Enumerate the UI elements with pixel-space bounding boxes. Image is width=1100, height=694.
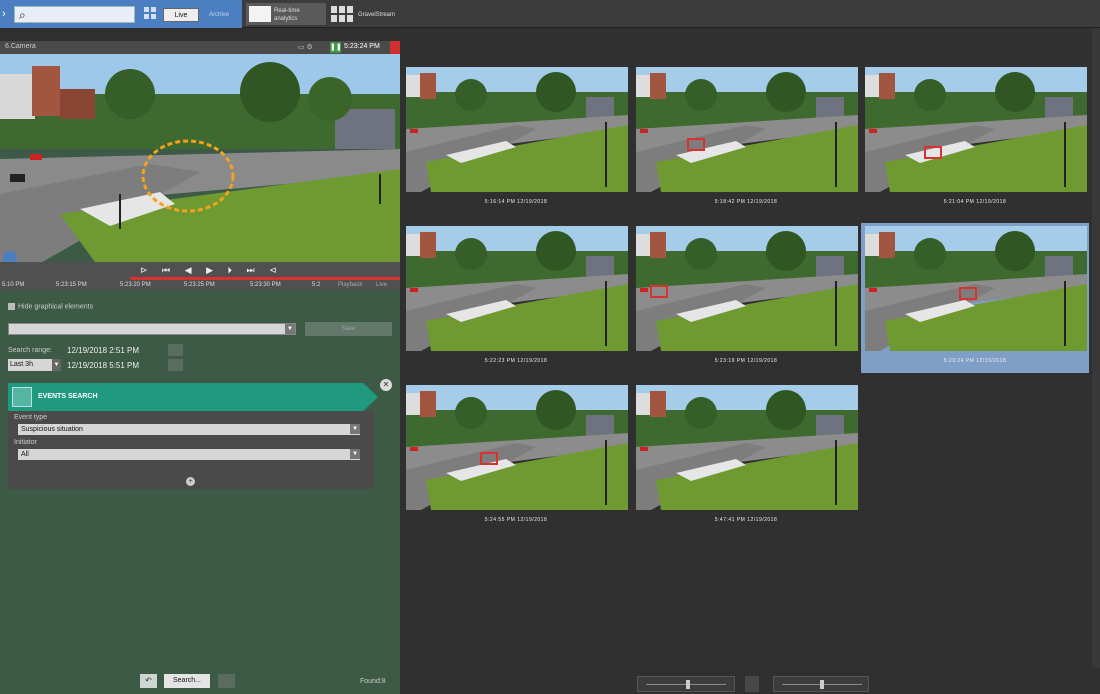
tick-label: 5:23:20 PM: [120, 282, 151, 288]
search-input[interactable]: ⌕: [14, 6, 135, 23]
result-image: [406, 226, 628, 351]
result-timestamp: 5:47:41 PM 12/19/2018: [714, 517, 778, 523]
tick-label: 5:2: [312, 282, 321, 288]
camera-header: 6.Camera ▭ ⚙ ❚❚ 5:23:24 PM: [0, 41, 400, 54]
tick-label: 5:23:30 PM: [250, 282, 281, 288]
search-toolbar: › ⌕ Live Archive: [0, 0, 242, 28]
tab-gravelstream[interactable]: GravelStream: [330, 3, 410, 25]
tick-label: 5:23:15 PM: [56, 282, 87, 288]
tab-label: Real-time analytics: [274, 8, 300, 22]
hide-graphics-label: Hide graphical elements: [18, 303, 94, 311]
live-button[interactable]: Live: [163, 8, 199, 22]
event-type-select[interactable]: Suspicious situation ▼: [18, 424, 360, 435]
tick-label: 5:23:25 PM: [184, 282, 215, 288]
range-from-value[interactable]: 12/19/2018 2:51 PM: [67, 346, 139, 355]
chevron-down-icon: ▼: [52, 359, 61, 371]
calendar-icon[interactable]: [168, 359, 183, 371]
result-image: [636, 67, 858, 192]
search-panel: 6.Camera ▭ ⚙ ❚❚ 5:23:24 PM ⊳ ⏮ ◀ ▶ ⏵ ⏭ ⊲…: [0, 41, 400, 694]
search-icon: ⌕: [19, 8, 26, 22]
calendar-icon[interactable]: [168, 344, 183, 356]
range-preset-select[interactable]: Last 3h ▼: [8, 359, 61, 371]
events-search-body: Event type Suspicious situation ▼ Initiat…: [8, 411, 374, 489]
events-search-title: EVENTS SEARCH: [38, 393, 98, 400]
result-thumbnail[interactable]: 5:22:23 PM 12/19/2018: [402, 223, 630, 373]
camera-name: 6.Camera: [5, 43, 36, 50]
fit-view-icon[interactable]: [745, 676, 759, 692]
top-toolbar: › ⌕ Live Archive Real-time analytics Gra…: [0, 0, 1100, 28]
archive-button[interactable]: Archive: [200, 8, 238, 22]
result-thumbnail[interactable]: 5:21:04 PM 12/19/2018: [861, 64, 1089, 214]
camera-video[interactable]: [0, 54, 400, 269]
search-button[interactable]: Search...: [164, 674, 210, 688]
result-thumbnail[interactable]: 5:23:24 PM 12/19/2018: [861, 223, 1089, 373]
close-icon[interactable]: ✕: [380, 379, 392, 391]
result-timestamp: 5:24:55 PM 12/19/2018: [484, 517, 548, 523]
tick-label: 5:10 PM: [2, 282, 25, 288]
save-button[interactable]: Save: [305, 322, 392, 336]
close-icon[interactable]: [390, 41, 400, 54]
events-search-header[interactable]: EVENTS SEARCH: [8, 383, 378, 411]
chevron-down-icon: ▼: [350, 424, 360, 434]
pause-icon[interactable]: ❚❚: [330, 42, 342, 53]
result-timestamp: 5:23:24 PM 12/19/2018: [943, 358, 1007, 364]
search-range-label: Search range:: [8, 347, 52, 354]
tab-realtime-analytics[interactable]: Real-time analytics: [246, 3, 326, 25]
scrollbar[interactable]: [1092, 28, 1100, 668]
result-timestamp: 5:16:14 PM 12/19/2018: [484, 199, 548, 205]
layout-grid-icon[interactable]: [144, 7, 156, 19]
initiator-value: All: [21, 451, 29, 458]
playback-controls[interactable]: ⊳ ⏮ ◀ ▶ ⏵ ⏭ ⊲: [140, 265, 283, 276]
camera-time: 5:23:24 PM: [344, 43, 380, 50]
result-thumbnail[interactable]: 5:24:55 PM 12/19/2018: [402, 382, 630, 532]
export-icon[interactable]: [218, 674, 235, 688]
results-grid: 5:16:14 PM 12/19/2018 5:18:42 PM 12/19/20…: [400, 28, 1100, 694]
archive-timeline[interactable]: [130, 277, 400, 280]
chevron-down-icon: ▼: [350, 449, 360, 459]
result-timestamp: 5:22:23 PM 12/19/2018: [484, 358, 548, 364]
initiator-label: Initiator: [14, 439, 37, 446]
event-type-value: Suspicious situation: [21, 426, 83, 433]
back-icon[interactable]: ↶: [140, 674, 157, 688]
result-timestamp: 5:18:42 PM 12/19/2018: [714, 199, 778, 205]
range-to-value[interactable]: 12/19/2018 5:51 PM: [67, 361, 139, 370]
size-slider[interactable]: [773, 676, 869, 692]
result-thumbnail[interactable]: 5:47:41 PM 12/19/2018: [632, 382, 860, 532]
result-thumbnail[interactable]: 5:23:19 PM 12/19/2018: [632, 223, 860, 373]
initiator-select[interactable]: All ▼: [18, 449, 360, 460]
result-image: [636, 385, 858, 510]
app-window: › ⌕ Live Archive Real-time analytics Gra…: [0, 0, 1100, 694]
result-image: [865, 67, 1087, 192]
layout-grid-3x3-icon: [331, 6, 353, 22]
hide-graphics-checkbox[interactable]: Hide graphical elements: [8, 303, 93, 310]
range-preset-value: Last 3h: [10, 361, 33, 368]
camera-tools-icon[interactable]: ▭ ⚙: [298, 43, 313, 51]
playback-bar: ⊳ ⏮ ◀ ▶ ⏵ ⏭ ⊲ 5:10 PM 5:23:15 PM 5:23:20…: [0, 262, 400, 290]
tab-label: GravelStream: [358, 12, 396, 18]
event-type-label: Event type: [14, 414, 48, 421]
result-image: [636, 226, 858, 351]
chevron-right-icon[interactable]: ›: [2, 4, 12, 24]
result-timestamp: 5:23:19 PM 12/19/2018: [714, 358, 778, 364]
found-count: Found:8: [360, 678, 386, 685]
events-search-icon: [12, 387, 32, 407]
query-select[interactable]: ▼: [8, 323, 296, 335]
live-mode-button[interactable]: Live: [376, 282, 387, 288]
result-thumbnail[interactable]: 5:16:14 PM 12/19/2018: [402, 64, 630, 214]
zoom-slider[interactable]: [637, 676, 735, 692]
playback-mode-button[interactable]: Playback: [338, 282, 362, 288]
timeline-labels: 5:10 PM 5:23:15 PM 5:23:20 PM 5:23:25 PM…: [0, 281, 400, 290]
result-image: [406, 385, 628, 510]
result-image: [865, 226, 1087, 351]
chevron-down-icon: ▼: [285, 324, 295, 334]
add-condition-icon[interactable]: +: [186, 477, 195, 486]
layout-thumbnail-icon: [249, 6, 271, 22]
result-timestamp: 5:21:04 PM 12/19/2018: [943, 199, 1007, 205]
checkbox-icon: [8, 303, 15, 310]
result-thumbnail[interactable]: 5:18:42 PM 12/19/2018: [632, 64, 860, 214]
result-image: [406, 67, 628, 192]
